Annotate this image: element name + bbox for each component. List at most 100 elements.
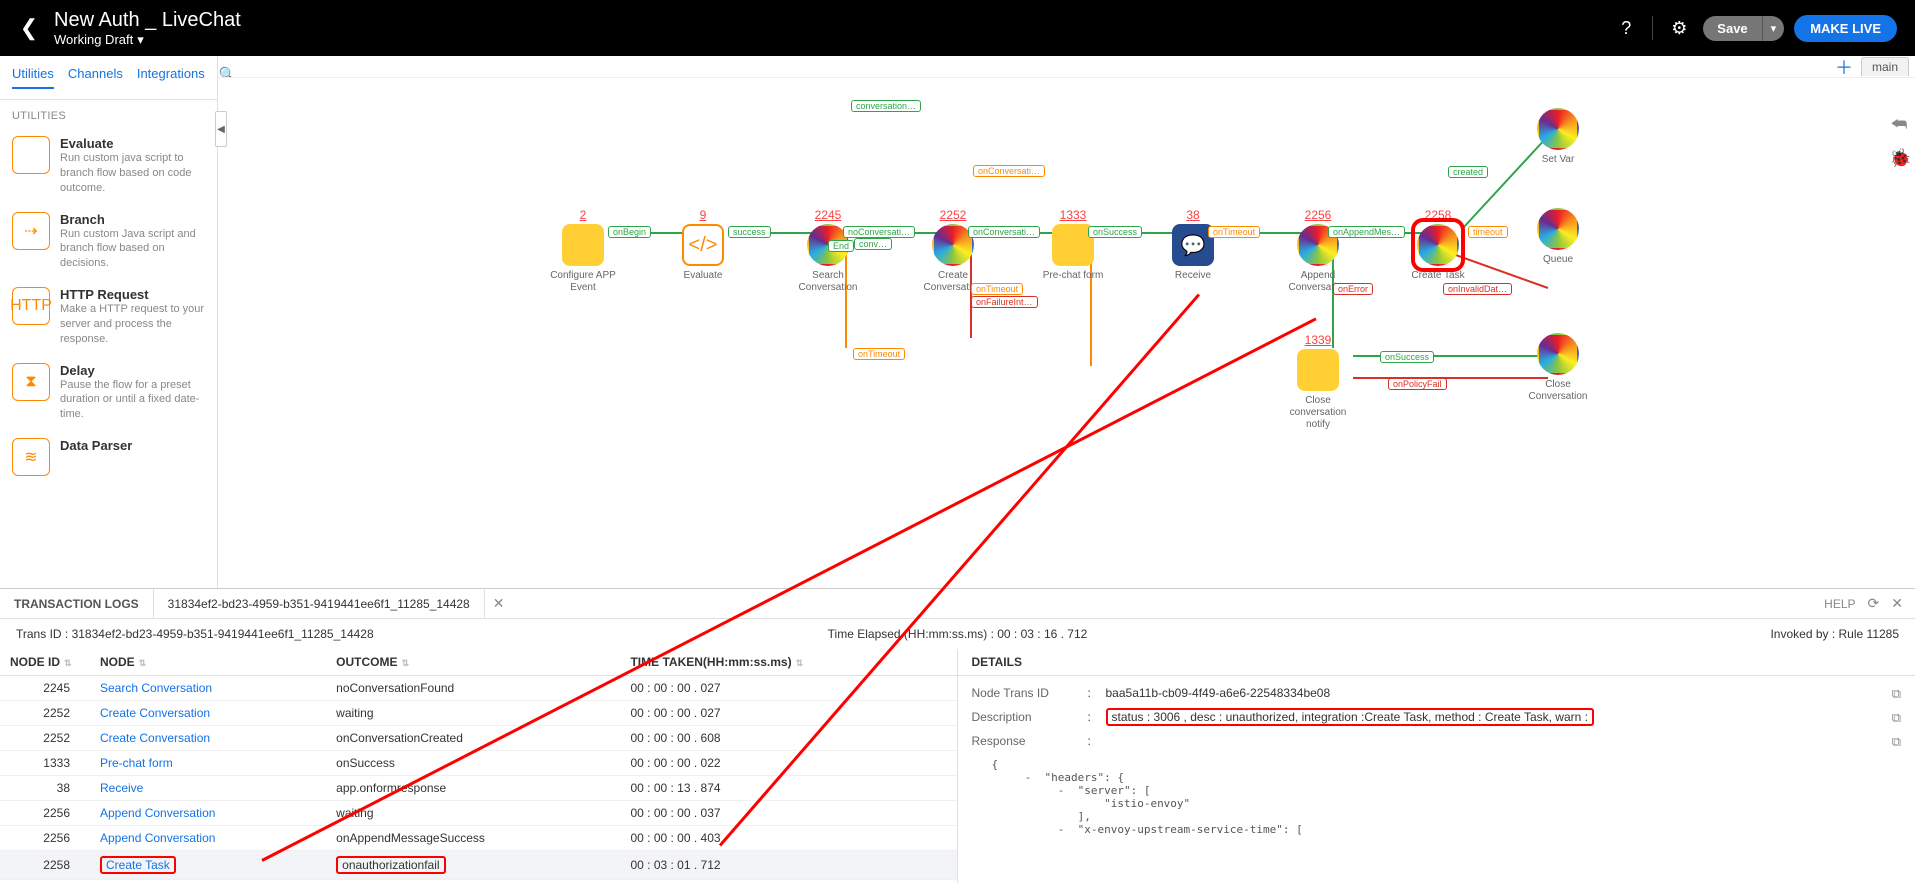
- node-link[interactable]: Append Conversation: [100, 806, 215, 820]
- flow-tab-main[interactable]: main: [1861, 57, 1909, 76]
- node-link[interactable]: Pre-chat form: [100, 756, 173, 770]
- utility-icon: ⇢: [12, 212, 50, 250]
- refresh-icon[interactable]: ⟳: [1868, 595, 1880, 612]
- col-node[interactable]: NODE⇅: [90, 649, 326, 676]
- utility-item[interactable]: ≋Data Parser: [0, 430, 217, 484]
- node-link[interactable]: Create Conversation: [100, 731, 210, 745]
- col-node-id[interactable]: NODE ID⇅: [0, 649, 90, 676]
- node-count[interactable]: 2245: [815, 208, 842, 222]
- edge-label: onTimeout: [853, 348, 905, 360]
- cell-node-id: 2252: [0, 726, 90, 751]
- flow-node[interactable]: 2256Append Conversation: [1278, 208, 1358, 294]
- flow-node[interactable]: 1333Pre-chat form: [1033, 208, 1113, 282]
- table-row[interactable]: 2252Create Conversationwaiting00 : 00 : …: [0, 701, 957, 726]
- cell-time: 00 : 00 : 00 . 027: [620, 701, 956, 726]
- node-box[interactable]: [1537, 108, 1579, 150]
- sidebar-collapse-button[interactable]: ◀: [215, 111, 227, 147]
- node-label: Evaluate: [684, 270, 723, 282]
- table-row[interactable]: 38Receiveapp.onformresponse00 : 00 : 13 …: [0, 776, 957, 801]
- debug-icon[interactable]: 🐞: [1889, 148, 1909, 168]
- elapsed-meta: Time Elapsed (HH:mm:ss.ms) : 00 : 03 : 1…: [644, 627, 1272, 641]
- utility-item[interactable]: EvaluateRun custom java script to branch…: [0, 128, 217, 204]
- utility-item[interactable]: HTTPHTTP RequestMake a HTTP request to y…: [0, 279, 217, 355]
- flow-node[interactable]: Close Conversation: [1518, 333, 1598, 403]
- cell-outcome: onauthorizationfail: [326, 851, 620, 880]
- save-button[interactable]: Save: [1703, 16, 1761, 41]
- edge-label: End: [828, 240, 854, 252]
- flow-node[interactable]: 2Configure APP Event: [543, 208, 623, 294]
- cell-node: Create Conversation: [90, 701, 326, 726]
- node-link[interactable]: Search Conversation: [100, 681, 212, 695]
- flow-node[interactable]: Queue: [1518, 208, 1598, 266]
- copy-icon[interactable]: ⧉: [1871, 710, 1901, 726]
- edge-label: onConversati…: [973, 165, 1045, 177]
- detail-key: Description: [972, 710, 1082, 724]
- node-link[interactable]: Receive: [100, 781, 143, 795]
- node-count[interactable]: 9: [700, 208, 707, 222]
- node-link[interactable]: Create Conversation: [100, 706, 210, 720]
- share-icon[interactable]: ⮪: [1889, 114, 1909, 134]
- copy-icon[interactable]: ⧉: [1871, 686, 1901, 702]
- close-tab-icon[interactable]: ✕: [493, 595, 505, 612]
- col-time[interactable]: TIME TAKEN(HH:mm:ss.ms)⇅: [620, 649, 956, 676]
- flow-node[interactable]: 2252Create Conversation: [913, 208, 993, 294]
- tab-channels[interactable]: Channels: [68, 66, 123, 89]
- copy-icon[interactable]: ⧉: [1871, 734, 1901, 750]
- settings-icon[interactable]: ⚙: [1665, 14, 1693, 42]
- help-link[interactable]: HELP: [1824, 597, 1855, 611]
- flow-node[interactable]: 1339Close conversation notify: [1278, 333, 1358, 431]
- close-panel-icon[interactable]: ✕: [1891, 595, 1903, 612]
- node-box[interactable]: [1297, 349, 1339, 391]
- cell-time: 00 : 00 : 00 . 403: [620, 826, 956, 851]
- make-live-button[interactable]: MAKE LIVE: [1794, 15, 1897, 42]
- node-count[interactable]: 1333: [1060, 208, 1087, 222]
- node-count[interactable]: 38: [1186, 208, 1199, 222]
- table-row[interactable]: 2252Create ConversationonConversationCre…: [0, 726, 957, 751]
- node-box[interactable]: [1417, 224, 1459, 266]
- highlight-ring: [1411, 218, 1465, 272]
- log-table: NODE ID⇅ NODE⇅ OUTCOME⇅ TIME TAKEN(HH:mm…: [0, 649, 957, 880]
- node-link[interactable]: Append Conversation: [100, 831, 215, 845]
- edge-label: timeout: [1468, 226, 1508, 238]
- node-box[interactable]: [1537, 333, 1579, 375]
- tab-utilities[interactable]: Utilities: [12, 66, 54, 89]
- save-dropdown-button[interactable]: ▾: [1762, 16, 1785, 41]
- transaction-tab[interactable]: 31834ef2-bd23-4959-b351-9419441ee6f1_112…: [153, 589, 485, 618]
- response-json: { - "headers": { - "server": [ "istio-en…: [972, 758, 1902, 836]
- divider: [1652, 16, 1653, 40]
- cell-node-id: 38: [0, 776, 90, 801]
- back-button[interactable]: ❮: [18, 17, 40, 39]
- add-flow-icon[interactable]: ＋: [1835, 54, 1853, 80]
- table-row[interactable]: 1333Pre-chat formonSuccess00 : 00 : 00 .…: [0, 751, 957, 776]
- utility-item[interactable]: ⧗DelayPause the flow for a preset durati…: [0, 355, 217, 431]
- table-row[interactable]: 2245Search ConversationnoConversationFou…: [0, 676, 957, 701]
- utility-item[interactable]: ⇢BranchRun custom Java script and branch…: [0, 204, 217, 280]
- flow-node[interactable]: 9 </> Evaluate: [663, 208, 743, 282]
- help-icon[interactable]: ?: [1612, 14, 1640, 42]
- flow-node[interactable]: 38💬Receive: [1153, 208, 1233, 282]
- node-count[interactable]: 2: [580, 208, 587, 222]
- draft-status-dropdown[interactable]: Working Draft ▾: [54, 32, 241, 48]
- node-count[interactable]: 2256: [1305, 208, 1332, 222]
- flow-node[interactable]: Set Var: [1518, 108, 1598, 166]
- node-link[interactable]: Create Task: [100, 856, 176, 874]
- node-count[interactable]: 2252: [940, 208, 967, 222]
- node-box[interactable]: [1537, 208, 1579, 250]
- tab-integrations[interactable]: Integrations: [137, 66, 205, 89]
- cell-node-id: 2256: [0, 801, 90, 826]
- edge-label: onAppendMes…: [1328, 226, 1405, 238]
- cell-node: Receive: [90, 776, 326, 801]
- node-box[interactable]: </>: [682, 224, 724, 266]
- node-count[interactable]: 1339: [1305, 333, 1332, 347]
- table-row[interactable]: 2256Append ConversationonAppendMessageSu…: [0, 826, 957, 851]
- details-header: DETAILS: [958, 649, 1915, 676]
- table-row[interactable]: 2258Create Taskonauthorizationfail00 : 0…: [0, 851, 957, 880]
- cell-outcome: app.onformresponse: [326, 776, 620, 801]
- cell-time: 00 : 00 : 00 . 037: [620, 801, 956, 826]
- invoked-meta: Invoked by : Rule 11285: [1271, 627, 1899, 641]
- flow-node[interactable]: 2258Create Task: [1398, 208, 1478, 282]
- node-box[interactable]: [562, 224, 604, 266]
- table-row[interactable]: 2256Append Conversationwaiting00 : 00 : …: [0, 801, 957, 826]
- utility-name: Delay: [60, 363, 205, 378]
- col-outcome[interactable]: OUTCOME⇅: [326, 649, 620, 676]
